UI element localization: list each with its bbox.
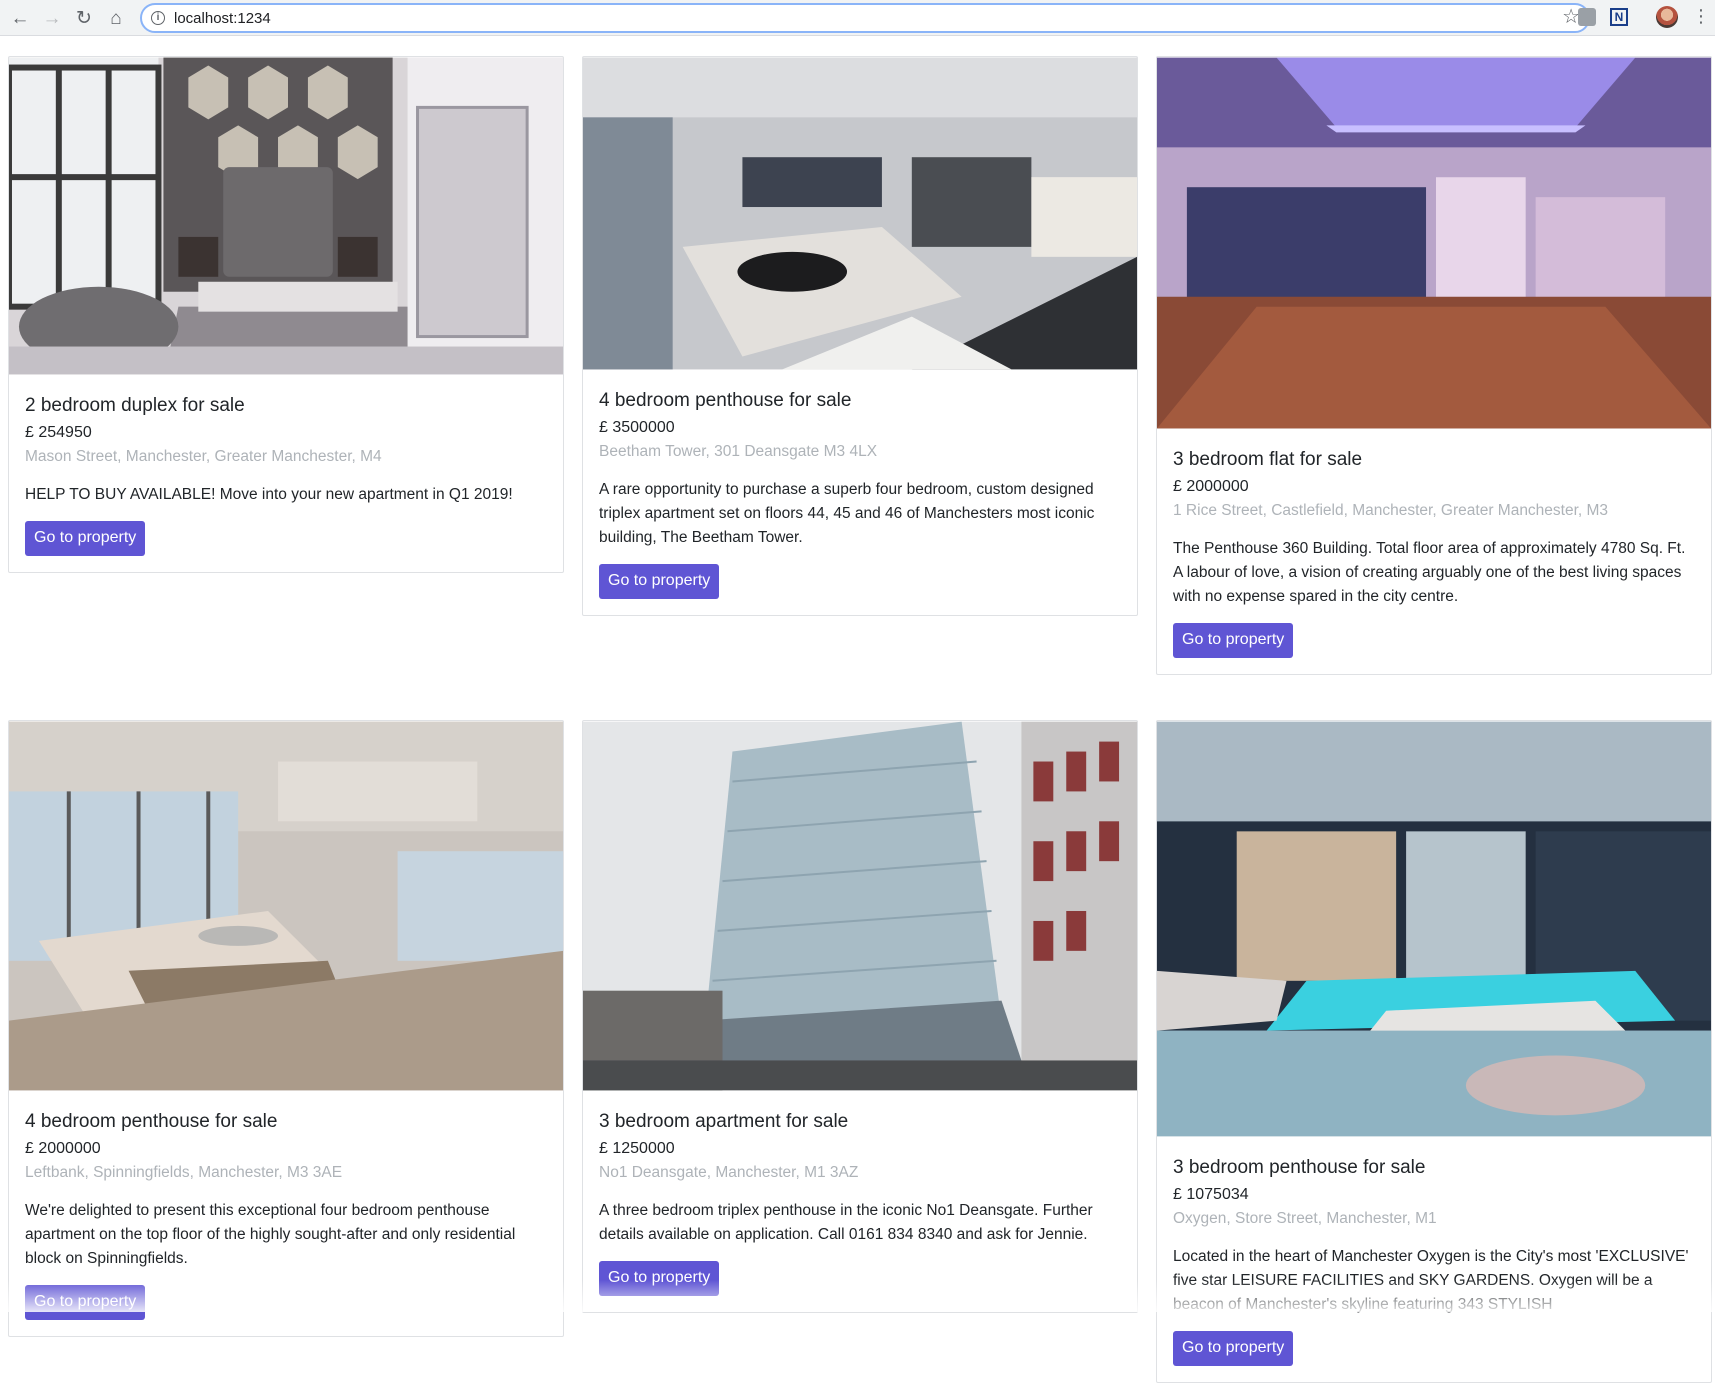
property-address: Leftbank, Spinningfields, Manchester, M3… [25, 1164, 343, 1181]
reload-icon[interactable]: ↻ [72, 6, 96, 30]
home-icon[interactable]: ⌂ [104, 6, 128, 30]
forward-arrow-icon[interactable]: → [40, 6, 64, 30]
property-photo-pool [1157, 721, 1711, 1137]
property-address: Oxygen, Store Street, Manchester, M1 [1173, 1210, 1437, 1227]
property-description: The Penthouse 360 Building. Total floor … [1173, 540, 1686, 605]
property-price: £ 2000000 [25, 1140, 101, 1157]
property-description: Located in the heart of Manchester Oxyge… [1173, 1248, 1689, 1313]
address-bar[interactable]: i localhost:1234 ☆ [140, 3, 1590, 33]
info-icon[interactable]: i [151, 11, 165, 25]
property-address: Beetham Tower, 301 Deansgate M3 4LX [599, 443, 878, 460]
property-title: 4 bedroom penthouse for sale [25, 1111, 278, 1132]
go-to-property-button[interactable]: Go to property [25, 1285, 146, 1320]
profile-avatar[interactable] [1656, 6, 1678, 28]
property-title: 3 bedroom penthouse for sale [1173, 1157, 1426, 1178]
extension-icon[interactable] [1578, 8, 1596, 26]
property-card: 2 bedroom duplex for sale £ 254950 Mason… [8, 56, 564, 573]
more-menu-icon[interactable]: ⋮ [1692, 7, 1710, 25]
property-address: No1 Deansgate, Manchester, M1 3AZ [599, 1164, 859, 1181]
url-text[interactable]: localhost:1234 [174, 10, 271, 27]
property-address: 1 Rice Street, Castlefield, Manchester, … [1173, 502, 1609, 519]
property-description: A rare opportunity to purchase a superb … [599, 481, 1095, 546]
property-card: 4 bedroom penthouse for sale £ 3500000 B… [582, 56, 1138, 616]
extension-n-icon[interactable]: N [1610, 8, 1628, 26]
property-price: £ 1250000 [599, 1140, 675, 1157]
property-photo-open-plan [1157, 57, 1711, 429]
property-description: A three bedroom triplex penthouse in the… [599, 1202, 1093, 1243]
property-description: HELP TO BUY AVAILABLE! Move into your ne… [25, 486, 513, 503]
go-to-property-button[interactable]: Go to property [1173, 623, 1294, 658]
property-card: 3 bedroom apartment for sale £ 1250000 N… [582, 720, 1138, 1313]
property-price: £ 2000000 [1173, 478, 1249, 495]
property-title: 2 bedroom duplex for sale [25, 395, 245, 416]
property-photo-lounge [9, 721, 563, 1091]
browser-toolbar: ← → ↻ ⌂ i localhost:1234 ☆ N ⋮ [0, 0, 1715, 36]
property-price: £ 1075034 [1173, 1186, 1249, 1203]
property-title: 3 bedroom apartment for sale [599, 1111, 849, 1132]
go-to-property-button[interactable]: Go to property [25, 521, 146, 556]
property-title: 4 bedroom penthouse for sale [599, 390, 852, 411]
go-to-property-button[interactable]: Go to property [599, 564, 720, 599]
property-title: 3 bedroom flat for sale [1173, 449, 1363, 470]
property-price: £ 3500000 [599, 419, 675, 436]
property-photo-living-room [583, 57, 1137, 370]
property-photo-bedroom [9, 57, 563, 375]
back-arrow-icon[interactable]: ← [8, 6, 32, 30]
property-card: 4 bedroom penthouse for sale £ 2000000 L… [8, 720, 564, 1337]
property-card: 3 bedroom flat for sale £ 2000000 1 Rice… [1156, 56, 1712, 675]
property-address: Mason Street, Manchester, Greater Manche… [25, 448, 382, 465]
property-card: 3 bedroom penthouse for sale £ 1075034 O… [1156, 720, 1712, 1383]
property-price: £ 254950 [25, 424, 92, 441]
property-photo-building [583, 721, 1137, 1091]
go-to-property-button[interactable]: Go to property [599, 1261, 720, 1296]
go-to-property-button[interactable]: Go to property [1173, 1331, 1294, 1366]
property-description: We're delighted to present this exceptio… [25, 1202, 516, 1267]
